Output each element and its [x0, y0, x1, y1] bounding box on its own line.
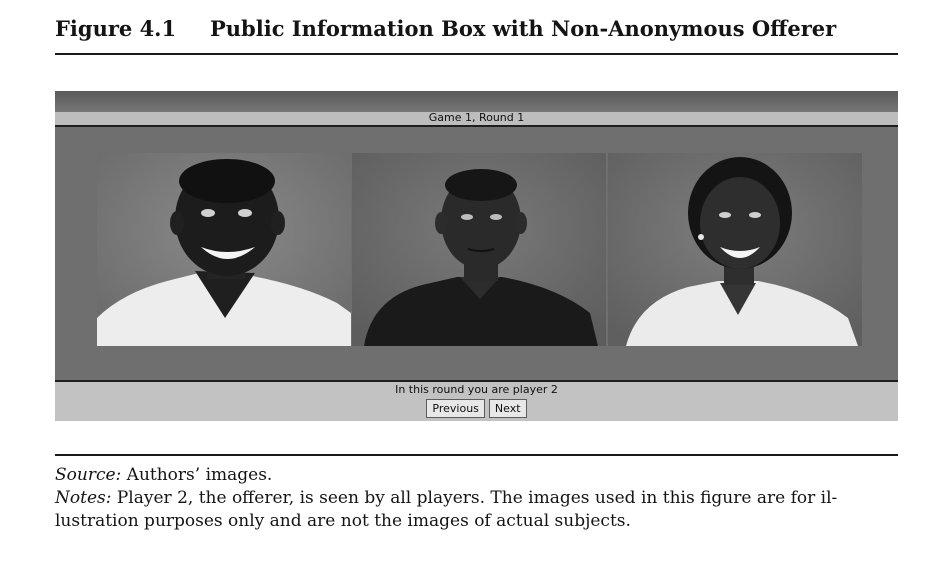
navigation-buttons: Previous Next: [55, 399, 898, 418]
figure-number: Figure 4.1: [55, 16, 177, 41]
player-1-photo: [97, 153, 351, 346]
public-information-box: [55, 127, 898, 380]
top-rule: [55, 53, 898, 55]
source-line: Source: Authors’ images.: [55, 464, 898, 487]
figure-notes: Source: Authors’ images. Notes: Player 2…: [55, 464, 898, 533]
game-window: Game 1, Round 1 In this round you are pl…: [55, 91, 898, 421]
game-round-label: Game 1, Round 1: [428, 111, 525, 124]
bottom-rule: [55, 454, 898, 456]
window-title-bar: [55, 91, 898, 112]
player-3-photo: [608, 153, 862, 346]
next-button[interactable]: Next: [488, 399, 527, 418]
source-text: Authors’ images.: [121, 465, 273, 485]
notes-label: Notes:: [55, 488, 112, 508]
player-2-photo: [352, 153, 606, 346]
source-label: Source:: [55, 465, 122, 485]
previous-button[interactable]: Previous: [426, 399, 485, 418]
notes-text-line-1: Player 2, the offerer, is seen by all pl…: [111, 488, 838, 508]
notes-line: Notes: Player 2, the offerer, is seen by…: [55, 487, 898, 510]
figure-title: Public Information Box with Non-Anonymou…: [210, 16, 837, 41]
figure-header: Figure 4.1 Public Information Box with N…: [55, 16, 898, 46]
notes-continuation: lustration purposes only and are not the…: [55, 511, 631, 531]
control-bar: In this round you are player 2 Previous N…: [55, 382, 898, 421]
round-message: In this round you are player 2: [395, 383, 558, 396]
